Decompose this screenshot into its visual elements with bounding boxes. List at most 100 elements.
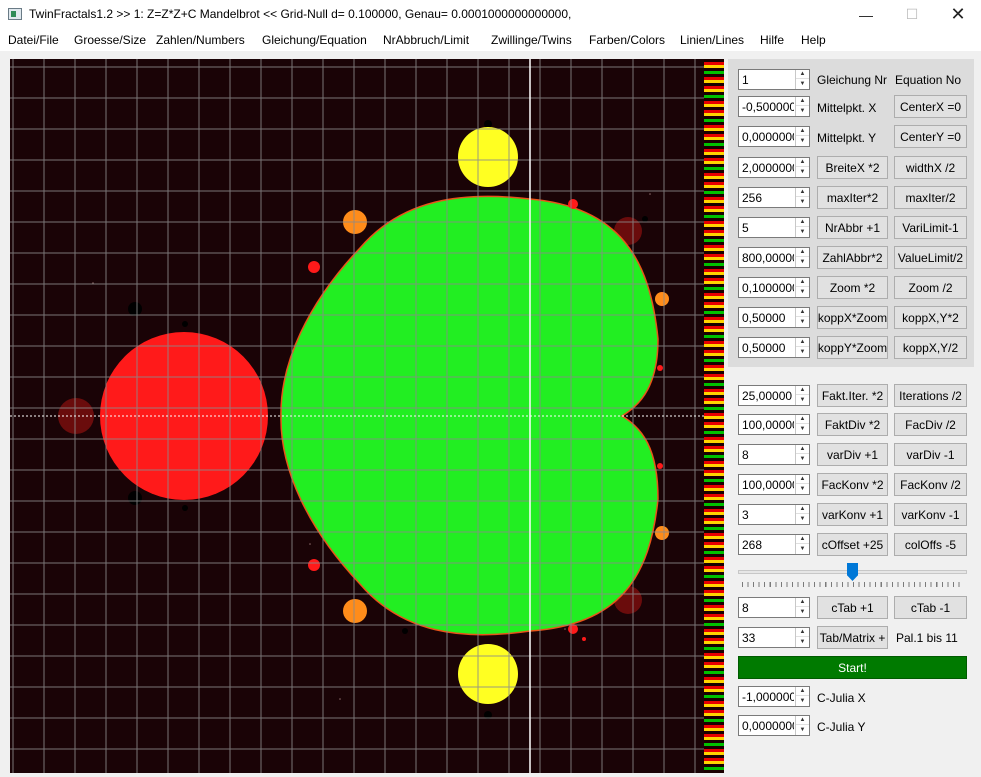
spin-down-icon[interactable]: ▼ [796,454,809,463]
varilimit-decrement-button[interactable]: VariLimit-1 [894,216,967,239]
menu-gleichung[interactable]: Gleichung/Equation [262,33,367,47]
facdiv-divide-button[interactable]: FacDiv /2 [894,413,967,436]
faktiter-multiply-button[interactable]: Fakt.Iter. *2 [817,384,888,407]
center-x-reset-button[interactable]: CenterX =0 [894,95,967,118]
koppxy-divide-button[interactable]: koppX,Y/2 [894,336,967,359]
koppx-zoom-button[interactable]: koppX*Zoom [817,306,888,329]
menu-help[interactable]: Help [801,33,826,47]
spin-up-icon[interactable]: ▲ [796,158,809,167]
spin-down-icon[interactable]: ▼ [796,136,809,145]
varkonv-spinbox[interactable]: 3 ▲ ▼ [738,504,810,525]
fackonv-multiply-button[interactable]: FacKonv *2 [817,473,888,496]
start-button[interactable]: Start! [738,656,967,679]
spin-down-icon[interactable]: ▼ [796,79,809,88]
spin-down-icon[interactable]: ▼ [796,696,809,705]
spin-up-icon[interactable]: ▲ [796,188,809,197]
width-spinbox[interactable]: 2,0000000 ▲ ▼ [738,157,810,178]
spin-down-icon[interactable]: ▼ [796,424,809,433]
spin-up-icon[interactable]: ▲ [796,338,809,347]
zahlabbr-multiply-button[interactable]: ZahlAbbr*2 [817,246,888,269]
julia-y-spinbox[interactable]: 0,0000000 ▲ ▼ [738,715,810,736]
spin-up-icon[interactable]: ▲ [796,628,809,637]
spin-down-icon[interactable]: ▼ [796,637,809,646]
ctab-decrement-button[interactable]: cTab -1 [894,596,967,619]
spin-up-icon[interactable]: ▲ [796,278,809,287]
spin-up-icon[interactable]: ▲ [796,445,809,454]
fackonv-divide-button[interactable]: FacKonv /2 [894,473,967,496]
spin-down-icon[interactable]: ▼ [796,167,809,176]
varkonv-increment-button[interactable]: varKonv +1 [817,503,888,526]
spin-down-icon[interactable]: ▼ [796,287,809,296]
maxiter-divide-button[interactable]: maxIter/2 [894,186,967,209]
spin-up-icon[interactable]: ▲ [796,97,809,106]
zahlabbr-spinbox[interactable]: 800,000000 ▲▼ [738,247,810,268]
zoom-spinbox[interactable]: 0,1000000 ▲ ▼ [738,277,810,298]
spin-up-icon[interactable]: ▲ [796,535,809,544]
color-slider-thumb[interactable] [847,563,858,581]
spin-up-icon[interactable]: ▲ [796,475,809,484]
maxiter-multiply-button[interactable]: maxIter*2 [817,186,888,209]
spin-up-icon[interactable]: ▲ [796,308,809,317]
spin-up-icon[interactable]: ▲ [796,218,809,227]
coffset-spinbox[interactable]: 268 ▲ ▼ [738,534,810,555]
center-y-spinbox[interactable]: 0,0000000 ▲ ▼ [738,126,810,147]
faktiter-spinbox[interactable]: 25,00000 ▲ ▼ [738,385,810,406]
maximize-button[interactable]: ☐ [889,0,935,29]
spin-down-icon[interactable]: ▼ [796,607,809,616]
spin-down-icon[interactable]: ▼ [796,725,809,734]
maxiter-spinbox[interactable]: 256 ▲ ▼ [738,187,810,208]
center-y-reset-button[interactable]: CenterY =0 [894,125,967,148]
tabmatrix-increment-button[interactable]: Tab/Matrix + [817,626,888,649]
faktdiv-spinbox[interactable]: 100,000000 ▲▼ [738,414,810,435]
julia-x-spinbox[interactable]: -1,0000000 ▲▼ [738,686,810,707]
nrabbr-spinbox[interactable]: 5 ▲ ▼ [738,217,810,238]
menu-zwillinge[interactable]: Zwillinge/Twins [491,33,572,47]
spin-up-icon[interactable]: ▲ [796,598,809,607]
spin-down-icon[interactable]: ▼ [796,544,809,553]
width-divide-button[interactable]: widthX /2 [894,156,967,179]
menu-hilfe[interactable]: Hilfe [760,33,784,47]
spin-up-icon[interactable]: ▲ [796,248,809,257]
faktdiv-multiply-button[interactable]: FaktDiv *2 [817,413,888,436]
menu-datei[interactable]: Datei/File [8,33,59,47]
vardiv-spinbox[interactable]: 8 ▲ ▼ [738,444,810,465]
minimize-button[interactable]: — [843,0,889,29]
spin-up-icon[interactable]: ▲ [796,687,809,696]
menu-linien[interactable]: Linien/Lines [680,33,744,47]
ctab-increment-button[interactable]: cTab +1 [817,596,888,619]
spin-down-icon[interactable]: ▼ [796,317,809,326]
nrabbr-increment-button[interactable]: NrAbbr +1 [817,216,888,239]
iterations-divide-button[interactable]: Iterations /2 [894,384,967,407]
center-x-spinbox[interactable]: -0,5000000 ▲▼ [738,96,810,117]
spin-up-icon[interactable]: ▲ [796,716,809,725]
koppy-zoom-button[interactable]: koppY*Zoom [817,336,888,359]
valuelimit-divide-button[interactable]: ValueLimit/2 [894,246,967,269]
vardiv-increment-button[interactable]: varDiv +1 [817,443,888,466]
spin-up-icon[interactable]: ▲ [796,127,809,136]
fackonv-spinbox[interactable]: 100,000000 ▲▼ [738,474,810,495]
ctab-spinbox[interactable]: 8 ▲ ▼ [738,597,810,618]
koppx-spinbox[interactable]: 0,50000 ▲ ▼ [738,307,810,328]
fractal-canvas[interactable] [10,59,704,773]
spin-down-icon[interactable]: ▼ [796,484,809,493]
menu-farben[interactable]: Farben/Colors [589,33,665,47]
vardiv-decrement-button[interactable]: varDiv -1 [894,443,967,466]
equation-nr-spinbox[interactable]: 1 ▲ ▼ [738,69,810,90]
spin-down-icon[interactable]: ▼ [796,197,809,206]
spin-up-icon[interactable]: ▲ [796,386,809,395]
koppy-spinbox[interactable]: 0,50000 ▲ ▼ [738,337,810,358]
spin-down-icon[interactable]: ▼ [796,514,809,523]
close-button[interactable]: ✕ [935,0,981,29]
menu-nrabbruch[interactable]: NrAbbruch/Limit [383,33,469,47]
koppxy-multiply-button[interactable]: koppX,Y*2 [894,306,967,329]
spin-up-icon[interactable]: ▲ [796,415,809,424]
menu-zahlen[interactable]: Zahlen/Numbers [156,33,245,47]
zoom-multiply-button[interactable]: Zoom *2 [817,276,888,299]
spin-down-icon[interactable]: ▼ [796,227,809,236]
zoom-divide-button[interactable]: Zoom /2 [894,276,967,299]
coloffs-decrement-button[interactable]: colOffs -5 [894,533,967,556]
spin-up-icon[interactable]: ▲ [796,70,809,79]
spin-down-icon[interactable]: ▼ [796,395,809,404]
spin-down-icon[interactable]: ▼ [796,347,809,356]
coffset-increment-button[interactable]: cOffset +25 [817,533,888,556]
